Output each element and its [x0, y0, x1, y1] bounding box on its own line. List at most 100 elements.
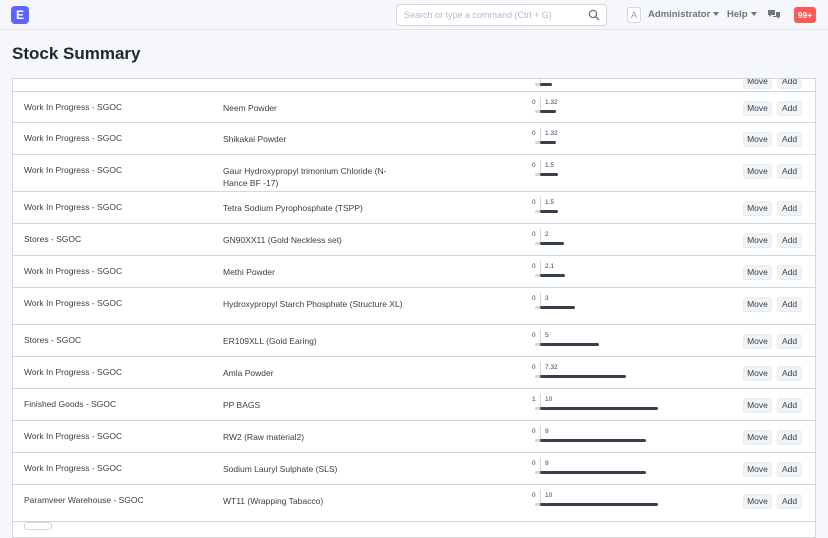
- add-button[interactable]: Add: [777, 494, 802, 509]
- item-cell[interactable]: Neem Powder: [223, 102, 408, 114]
- min-qty-label: 0: [532, 428, 536, 435]
- add-button[interactable]: Add: [777, 366, 802, 381]
- chat-icon[interactable]: [768, 9, 780, 20]
- bar-axis: [540, 229, 541, 243]
- move-button[interactable]: Move: [743, 398, 772, 413]
- qty-label: 3: [545, 295, 549, 302]
- qty-label: 1.5: [545, 199, 555, 206]
- move-button[interactable]: Move: [743, 430, 772, 445]
- add-button[interactable]: Add: [777, 462, 802, 477]
- add-button[interactable]: Add: [777, 233, 802, 248]
- warehouse-cell: Work In Progress - SGOC: [24, 102, 123, 112]
- table-row: Finished Goods - SGOC PP BAGS 1 10 Move Add: [13, 389, 815, 421]
- item-cell[interactable]: Sodium Lauryl Sulphate (SLS): [223, 463, 408, 475]
- qty-label: 2: [545, 231, 549, 238]
- item-cell[interactable]: ER109XLL (Gold Earing): [223, 335, 408, 347]
- move-button[interactable]: Move: [743, 233, 772, 248]
- qty-label: 10: [545, 492, 553, 499]
- notifications-badge[interactable]: 99+: [794, 7, 816, 23]
- bar-axis: [540, 394, 541, 408]
- min-qty-label: 0: [532, 460, 536, 467]
- add-button[interactable]: Add: [777, 297, 802, 312]
- more-button[interactable]: [24, 522, 52, 530]
- item-cell[interactable]: RW2 (Raw material2): [223, 431, 408, 443]
- qty-label: 5: [545, 332, 549, 339]
- warehouse-cell: Work In Progress - SGOC: [24, 266, 123, 276]
- move-button[interactable]: Move: [743, 462, 772, 477]
- table-row: Work In Progress - SGOC RW2 (Raw material…: [13, 421, 815, 453]
- qty-bar: [540, 210, 558, 213]
- item-cell[interactable]: Amla Powder: [223, 367, 408, 379]
- search-input[interactable]: Search or type a command (Ctrl + G): [396, 4, 607, 26]
- warehouse-cell: Paramveer Warehouse - SGOC: [24, 495, 144, 505]
- add-button[interactable]: Add: [777, 201, 802, 216]
- navbar: E Search or type a command (Ctrl + G) A …: [0, 0, 828, 30]
- warehouse-cell: Work In Progress - SGOC: [24, 202, 123, 212]
- add-button[interactable]: Add: [777, 265, 802, 280]
- bar-axis: [540, 261, 541, 275]
- search-placeholder: Search or type a command (Ctrl + G): [404, 10, 552, 20]
- add-button[interactable]: Add: [777, 132, 802, 147]
- move-button[interactable]: Move: [743, 132, 772, 147]
- qty-bar: [540, 407, 658, 410]
- bar-axis: [540, 160, 541, 174]
- item-cell[interactable]: PP BAGS: [223, 399, 408, 411]
- table-row: Paramveer Warehouse - SGOC WT11 (Wrapping…: [13, 485, 815, 522]
- min-qty-label: 1: [532, 396, 536, 403]
- add-button[interactable]: Add: [777, 101, 802, 116]
- item-cell[interactable]: Shikakai Powder: [223, 133, 408, 145]
- add-button[interactable]: Add: [777, 430, 802, 445]
- item-cell[interactable]: Hydroxypropyl Starch Phosphate (Structur…: [223, 298, 408, 310]
- min-qty-label: 0: [532, 332, 536, 339]
- user-menu[interactable]: Administrator: [648, 9, 720, 20]
- add-button[interactable]: Add: [777, 79, 802, 89]
- qty-bar: [540, 306, 575, 309]
- min-qty-label: 0: [532, 99, 536, 106]
- item-cell[interactable]: Gaur Hydroxypropyl trimonium Chloride (N…: [223, 165, 408, 189]
- warehouse-cell: Finished Goods - SGOC: [24, 399, 117, 409]
- item-cell[interactable]: GN90XX11 (Gold Neckless set): [223, 234, 408, 246]
- bar-axis: [540, 197, 541, 211]
- warehouse-cell: Work In Progress - SGOC: [24, 133, 123, 143]
- item-cell[interactable]: Methi Powder: [223, 266, 408, 278]
- move-button[interactable]: Move: [743, 366, 772, 381]
- qty-label: 1.5: [545, 162, 555, 169]
- table-row: Work In Progress - SGOC Tetra Sodium Pyro…: [13, 192, 815, 224]
- min-qty-label: 0: [532, 199, 536, 206]
- move-button[interactable]: Move: [743, 265, 772, 280]
- qty-bar: [540, 83, 552, 86]
- warehouse-cell: Work In Progress - SGOC: [24, 367, 123, 377]
- qty-bar: [540, 274, 565, 277]
- avatar[interactable]: A: [627, 7, 641, 23]
- qty-bar: [540, 439, 646, 442]
- add-button[interactable]: Add: [777, 164, 802, 179]
- move-button[interactable]: Move: [743, 297, 772, 312]
- user-name: Administrator: [648, 9, 711, 20]
- move-button[interactable]: Move: [743, 164, 772, 179]
- min-qty-label: 0: [532, 231, 536, 238]
- search-icon[interactable]: [588, 9, 600, 21]
- help-label: Help: [727, 9, 748, 20]
- add-button[interactable]: Add: [777, 334, 802, 349]
- qty-bar: [540, 503, 658, 506]
- bar-axis: [540, 330, 541, 344]
- move-button[interactable]: Move: [743, 494, 772, 509]
- bar-axis: [540, 490, 541, 504]
- table-row: Work In Progress - SGOC Gaur Hydroxypropy…: [13, 155, 815, 192]
- table-row: Work In Progress - SGOC Neem Powder 0 1.32 M…: [13, 92, 815, 123]
- table-row: Work In Progress - SGOC Methi Powder 0 2.1 M…: [13, 256, 815, 288]
- qty-bar: [540, 173, 558, 176]
- warehouse-cell: Work In Progress - SGOC: [24, 431, 123, 441]
- move-button[interactable]: Move: [743, 79, 772, 89]
- move-button[interactable]: Move: [743, 334, 772, 349]
- app-logo[interactable]: E: [11, 6, 29, 24]
- move-button[interactable]: Move: [743, 101, 772, 116]
- item-cell[interactable]: Tetra Sodium Pyrophosphate (TSPP): [223, 202, 408, 214]
- table-row: Move Add: [13, 79, 815, 92]
- add-button[interactable]: Add: [777, 398, 802, 413]
- qty-label: 10: [545, 396, 553, 403]
- help-menu[interactable]: Help: [727, 9, 757, 20]
- qty-bar: [540, 110, 556, 113]
- move-button[interactable]: Move: [743, 201, 772, 216]
- item-cell[interactable]: WT11 (Wrapping Tabacco): [223, 495, 408, 507]
